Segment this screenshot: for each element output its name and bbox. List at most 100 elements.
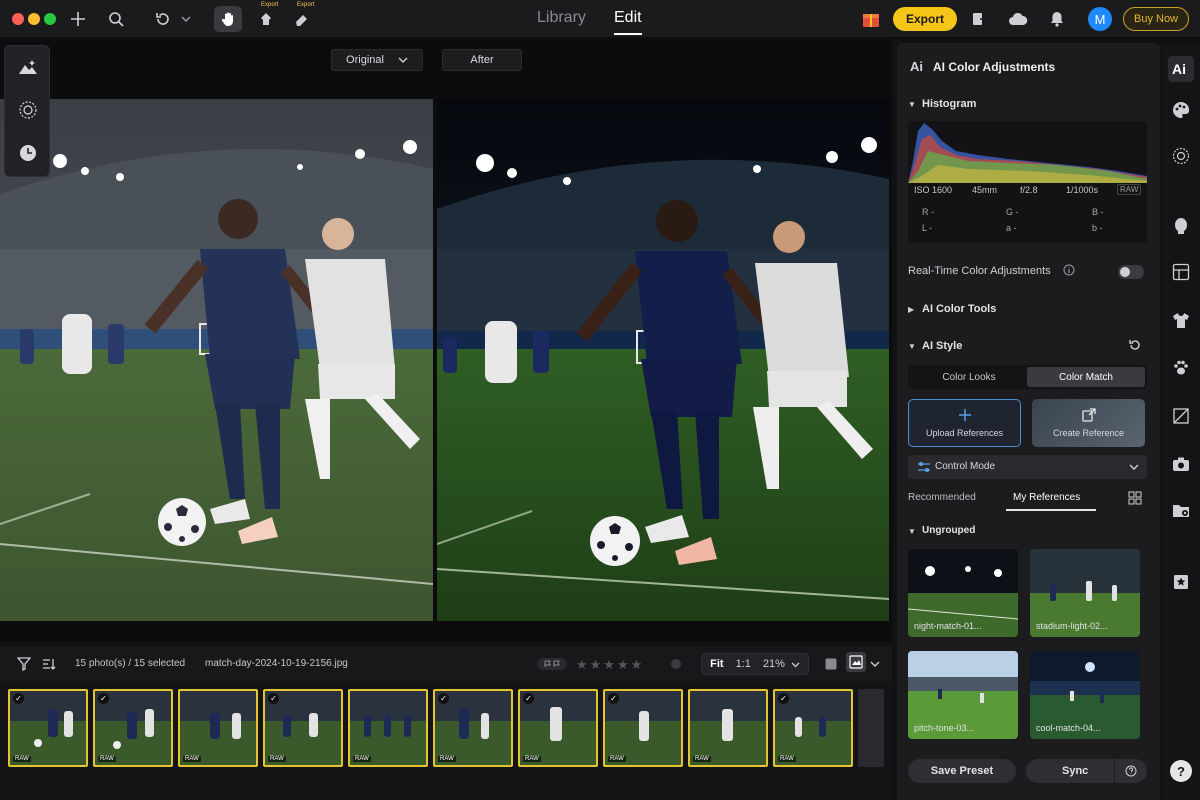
segment-color-looks[interactable]: Color Looks bbox=[910, 367, 1028, 387]
filmstrip: ✓ RAW ✓ RAW RAW ✓ RAW RAW ✓ RAW ✓ RAW ✓ … bbox=[0, 682, 892, 800]
exif-iso: ISO 1600 bbox=[914, 185, 953, 195]
histogram-header[interactable]: Histogram bbox=[922, 98, 976, 110]
caret-right-icon[interactable]: ▶ bbox=[908, 305, 914, 314]
single-view-icon[interactable] bbox=[823, 653, 839, 675]
realtime-toggle[interactable] bbox=[1118, 265, 1144, 279]
raw-badge: RAW bbox=[608, 756, 626, 762]
add-icon[interactable] bbox=[68, 8, 88, 30]
filmstrip-thumb[interactable]: ✓ RAW bbox=[518, 689, 598, 767]
ai-adjust-icon[interactable]: Ai bbox=[1168, 56, 1194, 82]
help-icon[interactable] bbox=[1125, 765, 1137, 780]
help-icon[interactable]: ? bbox=[1170, 760, 1192, 782]
grid-view-icon[interactable] bbox=[1128, 491, 1142, 508]
reset-icon[interactable] bbox=[1128, 338, 1142, 355]
filmstrip-thumb[interactable]: ✓ RAW bbox=[8, 689, 88, 767]
caret-down-icon[interactable]: ▼ bbox=[908, 527, 916, 536]
aperture-icon[interactable] bbox=[1171, 146, 1191, 166]
filmstrip-thumb[interactable]: RAW bbox=[348, 689, 428, 767]
tab-edit[interactable]: Edit bbox=[614, 9, 642, 35]
chevron-down-icon bbox=[791, 662, 800, 667]
crop-icon[interactable] bbox=[1171, 406, 1191, 426]
undo-icon[interactable] bbox=[152, 8, 174, 30]
tab-library[interactable]: Library bbox=[537, 9, 586, 27]
color-label-icon[interactable] bbox=[668, 653, 684, 675]
reference-card[interactable]: stadium-light-02... bbox=[1030, 549, 1140, 637]
save-preset-button[interactable]: Save Preset bbox=[908, 759, 1016, 783]
close-window-button[interactable] bbox=[12, 13, 24, 25]
filmstrip-thumb[interactable]: RAW bbox=[688, 689, 768, 767]
import-icon[interactable] bbox=[969, 8, 989, 30]
camera-icon[interactable] bbox=[1171, 454, 1191, 474]
original-dropdown[interactable]: Original bbox=[331, 49, 423, 71]
filter-icon[interactable] bbox=[15, 653, 33, 675]
avatar[interactable]: M bbox=[1088, 7, 1112, 31]
layout-icon[interactable] bbox=[1171, 262, 1191, 282]
chevron-down-icon[interactable] bbox=[179, 8, 193, 30]
tab-my-references[interactable]: My References bbox=[1013, 492, 1080, 503]
gift-icon[interactable] bbox=[860, 8, 882, 30]
minimize-window-button[interactable] bbox=[28, 13, 40, 25]
control-mode-dropdown[interactable]: Control Mode bbox=[908, 455, 1147, 479]
reference-card[interactable]: pitch-tone-03... bbox=[908, 651, 1018, 739]
color-tools-header[interactable]: AI Color Tools bbox=[922, 303, 996, 315]
svg-text:Ai: Ai bbox=[910, 59, 923, 74]
exif-row: ISO 1600 45mm f/2.8 1/1000s RAW bbox=[908, 184, 1147, 201]
eraser-export-icon[interactable]: Export bbox=[291, 2, 314, 30]
filmstrip-thumb[interactable]: RAW bbox=[178, 689, 258, 767]
zoom-window-button[interactable] bbox=[44, 13, 56, 25]
ai-icon: Ai bbox=[909, 57, 927, 75]
star-rating[interactable]: ★★★★★ bbox=[576, 657, 644, 673]
caret-down-icon[interactable]: ▼ bbox=[908, 100, 916, 109]
landscape-icon[interactable] bbox=[17, 56, 39, 78]
folder-settings-icon[interactable] bbox=[1171, 500, 1191, 520]
flag-reject-icon[interactable] bbox=[536, 653, 568, 675]
sort-icon[interactable] bbox=[40, 653, 58, 675]
aperture-icon[interactable] bbox=[17, 99, 39, 121]
raw-badge: RAW bbox=[778, 756, 796, 762]
ai-style-header[interactable]: AI Style bbox=[922, 340, 962, 352]
filmstrip-thumb[interactable]: ✓ RAW bbox=[433, 689, 513, 767]
tab-underline bbox=[1006, 509, 1096, 511]
segment-color-match[interactable]: Color Match bbox=[1027, 367, 1145, 387]
reference-card[interactable]: cool-match-04... bbox=[1030, 651, 1140, 739]
tab-recommended[interactable]: Recommended bbox=[908, 492, 976, 503]
fit-button[interactable]: Fit bbox=[710, 658, 723, 670]
chevron-down-icon[interactable] bbox=[868, 653, 882, 675]
batch-export-icon[interactable]: Export bbox=[255, 2, 278, 30]
paw-icon[interactable] bbox=[1171, 358, 1191, 378]
caret-down-icon[interactable]: ▼ bbox=[908, 342, 916, 351]
photo-canvas[interactable]: Original After bbox=[0, 39, 892, 642]
upload-references-button[interactable]: Upload References bbox=[908, 399, 1021, 447]
export-button[interactable]: Export bbox=[893, 7, 957, 31]
reference-card[interactable]: night-match-01... bbox=[908, 549, 1018, 637]
chevron-down-icon bbox=[398, 57, 408, 63]
bell-icon[interactable] bbox=[1047, 8, 1067, 30]
one-to-one-button[interactable]: 1:1 bbox=[736, 658, 751, 670]
create-reference-button[interactable]: Create Reference bbox=[1032, 399, 1145, 447]
filmstrip-thumb[interactable]: ✓ RAW bbox=[773, 689, 853, 767]
filmstrip-thumb[interactable]: ✓ RAW bbox=[93, 689, 173, 767]
cloud-icon[interactable] bbox=[1007, 8, 1029, 30]
compare-view-icon[interactable] bbox=[846, 652, 866, 672]
zoom-value[interactable]: 21% bbox=[763, 658, 785, 670]
hand-tool-icon[interactable] bbox=[214, 6, 242, 32]
reference-name: cool-match-04... bbox=[1036, 723, 1101, 733]
search-icon[interactable] bbox=[106, 8, 126, 30]
reference-name: stadium-light-02... bbox=[1036, 621, 1108, 631]
buy-now-button[interactable]: Buy Now bbox=[1123, 7, 1189, 31]
info-icon[interactable] bbox=[1063, 264, 1075, 279]
filmstrip-thumb-partial[interactable] bbox=[858, 689, 884, 767]
create-icon bbox=[1081, 408, 1096, 422]
history-clock-icon[interactable] bbox=[17, 142, 39, 164]
ungrouped-header[interactable]: Ungrouped bbox=[922, 525, 975, 536]
tshirt-icon[interactable] bbox=[1171, 310, 1191, 330]
plus-icon bbox=[958, 409, 971, 421]
palette-icon[interactable] bbox=[1171, 100, 1191, 120]
readout-a: a - bbox=[1006, 223, 1017, 233]
raw-badge: RAW bbox=[438, 756, 456, 762]
reference-name: night-match-01... bbox=[914, 621, 982, 631]
face-icon[interactable] bbox=[1171, 216, 1191, 236]
filmstrip-thumb[interactable]: ✓ RAW bbox=[603, 689, 683, 767]
filmstrip-thumb[interactable]: ✓ RAW bbox=[263, 689, 343, 767]
favorites-icon[interactable] bbox=[1171, 572, 1191, 592]
